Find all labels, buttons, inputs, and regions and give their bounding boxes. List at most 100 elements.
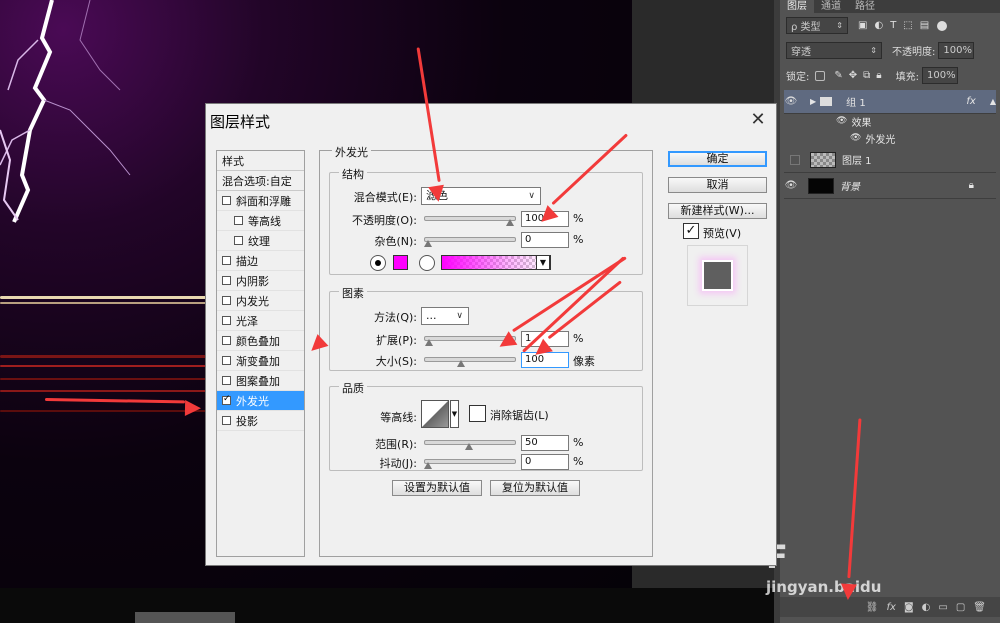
layer-name[interactable]: 背景	[840, 178, 860, 193]
lock-all-icon[interactable]: 🔒︎	[876, 70, 881, 81]
checkbox[interactable]	[234, 216, 243, 225]
opacity-input[interactable]: 100%	[938, 42, 975, 59]
checkbox[interactable]	[222, 376, 231, 385]
preview-checkbox[interactable]: ✓	[683, 223, 699, 239]
layer-row-background[interactable]: 👁︎ 背景 🔒︎	[784, 173, 996, 199]
blend-mode-select[interactable]: 穿透 ⇕	[786, 42, 882, 59]
tab-channels[interactable]: 通道	[814, 0, 848, 13]
new-style-button[interactable]: 新建样式(W)...	[668, 203, 767, 219]
expand-arrow-icon[interactable]: ▶	[810, 97, 816, 106]
fx-icon[interactable]: fx	[966, 96, 975, 107]
color-radio[interactable]	[370, 255, 386, 271]
checkbox[interactable]	[222, 356, 231, 365]
list-item-label: 外发光	[236, 394, 269, 408]
checkbox[interactable]	[222, 196, 231, 205]
cancel-button[interactable]: 取消	[668, 177, 767, 193]
contour-picker[interactable]	[421, 400, 449, 428]
range-input[interactable]: 50	[521, 435, 569, 451]
checkbox[interactable]	[234, 236, 243, 245]
checkbox[interactable]	[222, 336, 231, 345]
filter-shape-icon[interactable]: ⬚	[903, 20, 912, 31]
technique-select[interactable]: ... ∨	[421, 307, 469, 325]
link-icon[interactable]: ⛓	[866, 602, 879, 613]
opacity-slider[interactable]	[424, 216, 516, 226]
range-slider[interactable]	[424, 440, 516, 450]
ok-button[interactable]: 确定	[668, 151, 767, 167]
tab-paths[interactable]: 路径	[848, 0, 882, 13]
gradient-radio[interactable]	[419, 255, 435, 271]
filter-toggle-icon[interactable]	[937, 20, 948, 31]
list-item[interactable]: 光泽	[217, 311, 304, 331]
slider-thumb[interactable]	[456, 360, 465, 367]
layer-name[interactable]: 组 1	[846, 94, 866, 109]
filter-kind-select[interactable]: ρ 类型 ⇕	[786, 17, 848, 34]
slider-thumb[interactable]	[465, 443, 473, 450]
list-item[interactable]: 图案叠加	[217, 371, 304, 391]
filter-type-icon[interactable]: T	[890, 20, 896, 31]
eye-icon[interactable]: 👁︎	[784, 180, 798, 191]
effect-row-outer-glow[interactable]: 👁︎ 外发光	[784, 129, 996, 147]
checkbox[interactable]	[222, 296, 231, 305]
preview-label: 预览(V)	[703, 227, 742, 240]
checkbox[interactable]	[222, 276, 231, 285]
list-item[interactable]: 渐变叠加	[217, 351, 304, 371]
gradient-dropdown-icon[interactable]: ▼	[536, 255, 550, 270]
gradient-picker[interactable]	[441, 255, 551, 270]
set-default-button[interactable]: 设置为默认值	[392, 480, 482, 496]
fill-input[interactable]: 100%	[922, 67, 958, 84]
new-layer-icon[interactable]: ▢	[956, 602, 965, 613]
list-item[interactable]: 内发光	[217, 291, 304, 311]
list-item[interactable]: 纹理	[217, 231, 304, 251]
slider-thumb[interactable]	[506, 219, 514, 226]
fx-icon[interactable]: fx	[887, 602, 896, 613]
folder-icon[interactable]: ▭	[938, 602, 947, 613]
collapse-arrow-icon[interactable]: ▲	[990, 97, 996, 106]
effects-row[interactable]: 👁︎ 效果	[784, 112, 996, 130]
list-item[interactable]: 颜色叠加	[217, 331, 304, 351]
checkbox[interactable]	[222, 416, 231, 425]
filter-adjustment-icon[interactable]: ◐	[874, 20, 883, 31]
size-slider[interactable]	[424, 357, 516, 367]
anti-alias-checkbox[interactable]	[469, 405, 486, 422]
noise-slider[interactable]	[424, 237, 516, 247]
list-item-outer-glow[interactable]: 外发光	[217, 391, 304, 411]
noise-input[interactable]: 0	[521, 232, 569, 248]
slider-thumb[interactable]	[424, 462, 432, 469]
tab-layers[interactable]: 图层	[780, 0, 814, 13]
list-item[interactable]: 投影	[217, 411, 304, 431]
eye-icon[interactable]: 👁︎	[836, 116, 847, 126]
filter-pixel-icon[interactable]: ▣	[858, 20, 867, 31]
jitter-slider[interactable]	[424, 459, 516, 469]
jitter-input[interactable]: 0	[521, 454, 569, 470]
list-item[interactable]: 内阴影	[217, 271, 304, 291]
trash-icon[interactable]: 🗑︎	[973, 602, 986, 613]
eye-icon[interactable]: 👁︎	[850, 133, 861, 143]
lock-transparent-icon[interactable]	[815, 70, 826, 81]
adjustment-icon[interactable]: ◐	[922, 602, 931, 613]
layer-row-group[interactable]: 👁︎ ▶ 组 1 fx ▲	[784, 90, 996, 114]
list-item[interactable]: 描边	[217, 251, 304, 271]
list-item[interactable]: 样式	[217, 151, 304, 171]
close-icon[interactable]: ✕	[744, 108, 772, 132]
checkbox[interactable]	[222, 394, 231, 405]
glow-color-swatch[interactable]	[393, 255, 408, 270]
horizontal-scrollbar[interactable]	[135, 612, 235, 623]
lock-artboard-icon[interactable]: ⧉	[863, 70, 870, 81]
mask-icon[interactable]: ◙	[904, 602, 914, 613]
slider-thumb[interactable]	[424, 240, 432, 247]
eye-icon[interactable]: 👁︎	[784, 96, 798, 107]
list-item[interactable]: 等高线	[217, 211, 304, 231]
contour-dropdown-icon[interactable]: ▼	[450, 400, 459, 428]
lock-brush-icon[interactable]: ✎	[834, 70, 842, 81]
slider-thumb[interactable]	[424, 339, 433, 346]
layer-name[interactable]: 图层 1	[842, 152, 872, 167]
checkbox[interactable]	[222, 316, 231, 325]
visibility-toggle[interactable]	[790, 154, 800, 165]
list-item[interactable]: 混合选项:自定	[217, 171, 304, 191]
filter-smart-icon[interactable]: ▤	[920, 20, 929, 31]
list-item[interactable]: 斜面和浮雕	[217, 191, 304, 211]
layer-row[interactable]: 图层 1	[784, 147, 996, 173]
lock-position-icon[interactable]: ✥	[849, 70, 857, 81]
checkbox[interactable]	[222, 256, 231, 265]
reset-default-button[interactable]: 复位为默认值	[490, 480, 580, 496]
